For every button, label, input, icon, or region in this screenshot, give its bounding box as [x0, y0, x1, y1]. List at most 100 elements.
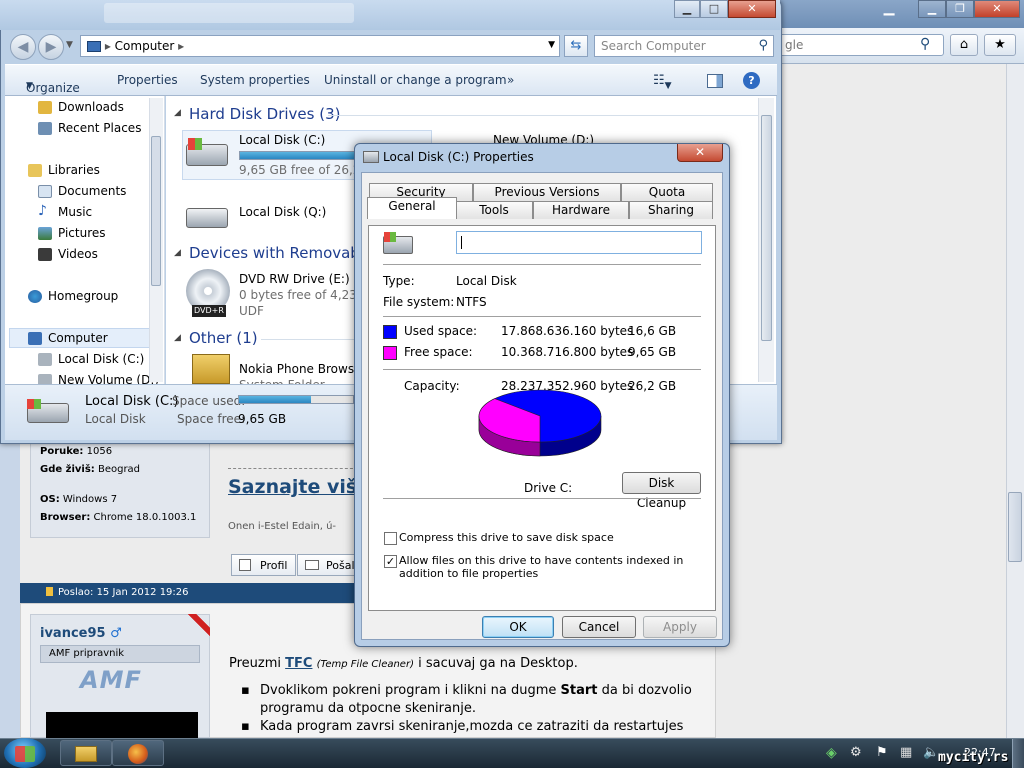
- group-other[interactable]: Other (1): [189, 329, 258, 347]
- properties-button[interactable]: Properties: [117, 73, 178, 87]
- browser-minimize-icon[interactable]: ▁: [918, 0, 946, 18]
- disk-cleanup-button[interactable]: Disk Cleanup: [622, 472, 701, 510]
- preview-pane-icon[interactable]: [707, 74, 723, 88]
- dvd-badge: DVD+R: [192, 305, 226, 317]
- dvd-drive-name[interactable]: DVD RW Drive (E:) My: [239, 272, 371, 286]
- explorer-minimize-button[interactable]: ▁: [674, 0, 700, 18]
- nav-local-disk-c[interactable]: Local Disk (C:): [38, 352, 144, 370]
- back-button[interactable]: ◀: [10, 34, 36, 60]
- nav-pictures[interactable]: Pictures: [38, 226, 106, 244]
- dvd-drive-filesystem: UDF: [239, 304, 264, 318]
- system-properties-button[interactable]: System properties: [200, 73, 310, 87]
- help-icon[interactable]: ?: [743, 72, 760, 89]
- taskbar-explorer-button[interactable]: [60, 740, 112, 766]
- nav-downloads[interactable]: Downloads: [38, 100, 124, 118]
- separator: [383, 264, 701, 265]
- group-removable-devices[interactable]: Devices with Removable: [189, 244, 373, 262]
- nav-music[interactable]: ♪ Music: [38, 203, 92, 223]
- nav-documents[interactable]: Documents: [38, 184, 126, 202]
- nav-libraries[interactable]: Libraries: [28, 163, 100, 181]
- free-space-gb: 9,65 GB: [628, 345, 677, 359]
- apply-button[interactable]: Apply: [643, 616, 717, 638]
- details-usage-bar: [238, 395, 354, 404]
- compress-checkbox[interactable]: [384, 532, 397, 545]
- cancel-button[interactable]: Cancel: [562, 616, 636, 638]
- nav-computer[interactable]: Computer: [28, 331, 108, 349]
- taskbar-firefox-button[interactable]: [112, 740, 164, 766]
- content-scrollbar-thumb[interactable]: [761, 115, 772, 341]
- tab-hardware[interactable]: Hardware: [533, 201, 629, 219]
- antivirus-icon[interactable]: ⚙: [850, 745, 862, 760]
- tab-tools[interactable]: Tools: [455, 201, 533, 219]
- show-desktop-button[interactable]: [1012, 739, 1024, 768]
- hard-drive-icon: [38, 374, 52, 384]
- nav-recent-places[interactable]: Recent Places: [38, 121, 141, 139]
- ok-button[interactable]: OK: [482, 616, 554, 638]
- browser-restore-button[interactable]: ❐: [946, 0, 974, 18]
- collapse-icon[interactable]: ◢: [174, 108, 181, 118]
- details-free-value: 9,65 GB: [238, 412, 287, 426]
- tab-general[interactable]: General: [367, 197, 457, 219]
- network-status-icon[interactable]: ◈: [826, 745, 837, 761]
- libraries-icon: [28, 164, 42, 177]
- view-options-icon[interactable]: ☷ ▼: [653, 73, 672, 91]
- bookmarks-icon[interactable]: ★: [984, 34, 1016, 56]
- browser-minimize-button[interactable]: ▁: [868, 0, 910, 18]
- nav-homegroup[interactable]: Homegroup: [28, 289, 118, 307]
- breadcrumb-computer[interactable]: Computer: [115, 39, 175, 53]
- refresh-icon[interactable]: ⇆: [564, 35, 588, 57]
- address-dropdown-icon[interactable]: ▼: [548, 40, 555, 50]
- volume-icon[interactable]: 🔈: [923, 745, 939, 760]
- browser-close-button[interactable]: ✕: [974, 0, 1020, 18]
- address-bar[interactable]: ▸ Computer ▸ ▼: [80, 35, 560, 57]
- collapse-icon[interactable]: ◢: [174, 333, 181, 343]
- free-space-label: Free space:: [404, 345, 473, 359]
- home-icon[interactable]: ⌂: [950, 34, 978, 56]
- tfc-link[interactable]: TFC: [285, 656, 312, 671]
- tab-sharing[interactable]: Sharing: [629, 201, 713, 219]
- free-color-swatch: [383, 346, 397, 360]
- uninstall-program-button[interactable]: Uninstall or change a program: [324, 73, 507, 87]
- nav-new-volume-d[interactable]: New Volume (D:): [38, 373, 159, 384]
- explorer-maximize-button[interactable]: □: [700, 0, 728, 18]
- index-label[interactable]: Allow files on this drive to have conten…: [399, 554, 704, 580]
- user-os: OS: Windows 7: [40, 494, 118, 505]
- forward-button[interactable]: ▶: [38, 34, 64, 60]
- text-cursor: [461, 236, 462, 249]
- drive-q-name[interactable]: Local Disk (Q:): [239, 205, 326, 219]
- tab-previous-versions[interactable]: Previous Versions: [473, 183, 621, 201]
- poster-username[interactable]: ivance95 ♂: [40, 626, 122, 641]
- nav-scrollbar-thumb[interactable]: [151, 136, 161, 286]
- browser-scrollbar[interactable]: [1006, 64, 1024, 738]
- send-message-button[interactable]: Pošalj: [297, 554, 357, 576]
- collapse-icon[interactable]: ◢: [174, 248, 181, 258]
- drive-label-input[interactable]: [456, 231, 702, 254]
- nav-videos[interactable]: Videos: [38, 247, 98, 265]
- browser-search-input[interactable]: gle: [776, 34, 944, 56]
- recent-pages-chevron-icon[interactable]: ▼: [66, 40, 73, 50]
- post-icon: [46, 587, 53, 596]
- search-icon[interactable]: ⚲: [758, 38, 768, 53]
- nokia-browser-name[interactable]: Nokia Phone Browser: [239, 362, 366, 376]
- index-checkbox[interactable]: ✓: [384, 555, 397, 568]
- dialog-body: Security Previous Versions Quota Tools H…: [361, 172, 723, 640]
- network-icon[interactable]: ▦: [900, 745, 912, 760]
- signature-quote: Onen i-Estel Edain, ú-: [228, 521, 337, 532]
- poster-rank: AMF pripravnik: [40, 645, 200, 663]
- search-icon[interactable]: ⚲: [920, 36, 930, 52]
- details-used-label: Space used:: [172, 394, 246, 408]
- flag-icon[interactable]: ⚑: [876, 745, 888, 760]
- more-commands-button[interactable]: »: [507, 73, 514, 87]
- browser-scrollbar-thumb[interactable]: [1008, 492, 1022, 562]
- profile-button[interactable]: Profil: [231, 554, 297, 576]
- explorer-close-button[interactable]: ✕: [728, 0, 776, 18]
- male-icon: ♂: [110, 626, 122, 641]
- breadcrumb-chevron-icon[interactable]: ▸: [178, 39, 184, 53]
- compress-label[interactable]: Compress this drive to save disk space: [399, 531, 614, 544]
- dialog-close-button[interactable]: ✕: [677, 144, 723, 162]
- capacity-label: Capacity:: [404, 379, 460, 393]
- promo-link[interactable]: Saznajte viš: [228, 476, 357, 498]
- tab-quota[interactable]: Quota: [621, 183, 713, 201]
- group-hard-disk-drives[interactable]: Hard Disk Drives (3): [189, 105, 340, 123]
- explorer-search-input[interactable]: Search Computer ⚲: [594, 35, 774, 57]
